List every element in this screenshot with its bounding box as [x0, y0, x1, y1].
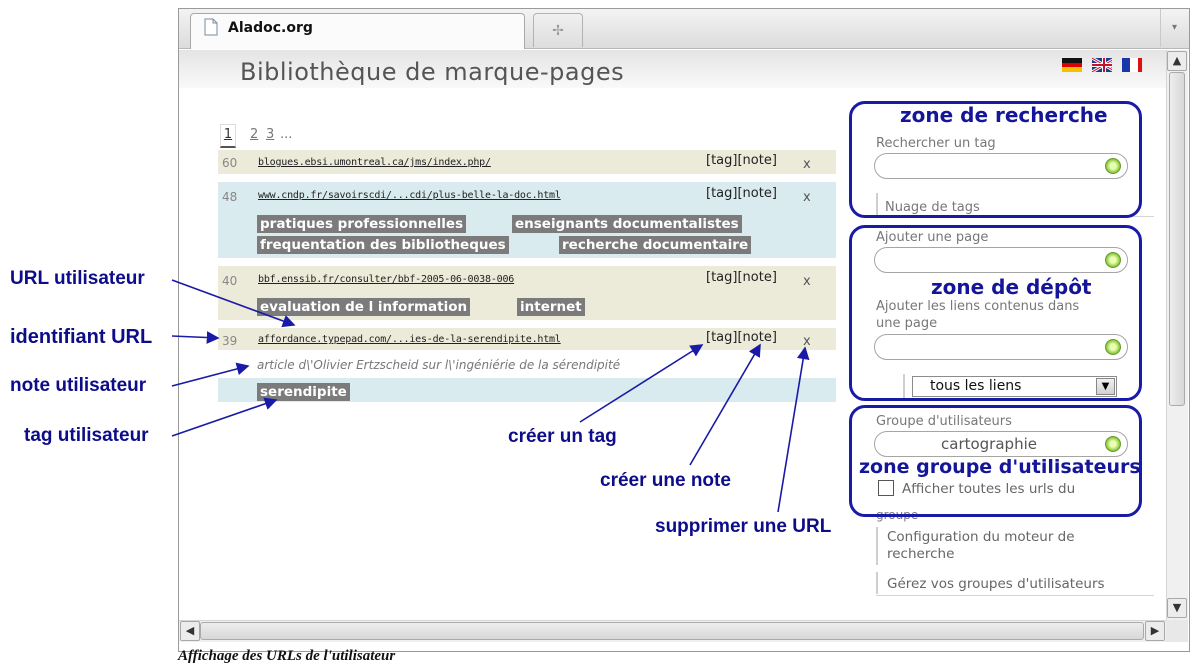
arrow-user-note: [171, 362, 250, 387]
arrow-create-note: [689, 343, 761, 466]
arrow-url-user: [171, 279, 296, 328]
arrow-user-tag: [171, 397, 278, 437]
annotation-arrows: [171, 279, 810, 513]
figure-caption: Affichage des URLs de l'utilisateur: [178, 648, 396, 664]
arrow-create-tag: [579, 344, 704, 423]
arrow-delete-url: [777, 346, 810, 513]
arrow-url-id: [171, 331, 220, 344]
